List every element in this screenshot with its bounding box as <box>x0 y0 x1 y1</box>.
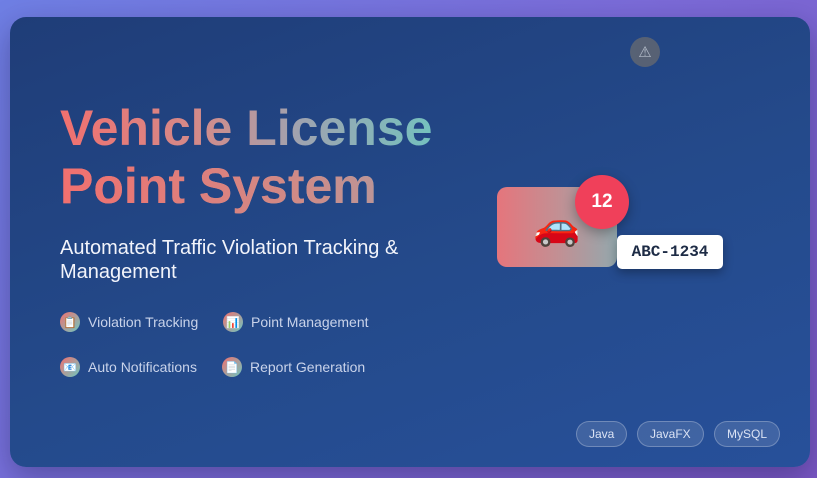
feature-violation-tracking: 📋 Violation Tracking <box>60 312 198 332</box>
tech-tag-java: Java <box>576 421 628 447</box>
feature-point-management: 📊 Point Management <box>223 312 369 332</box>
car-icon: 🚗 <box>533 206 581 248</box>
tech-tag-mysql: MySQL <box>714 421 781 447</box>
title-line-1: Vehicle License <box>60 100 433 156</box>
subtitle: Automated Traffic Violation Tracking & M… <box>60 237 399 283</box>
hero-card: ⚠ Vehicle License Point System Automated… <box>10 17 810 467</box>
feature-auto-notifications: 📧 Auto Notifications <box>60 357 197 377</box>
warning-icon: ⚠ <box>630 37 660 67</box>
feature-report-generation: 📄 Report Generation <box>222 357 365 377</box>
document-icon: 📄 <box>222 357 242 377</box>
feature-label: Point Management <box>251 314 369 330</box>
page-title: Vehicle License Point System <box>60 99 460 215</box>
title-line-2: Point System <box>60 157 460 215</box>
tech-tag-javafx: JavaFX <box>637 421 704 447</box>
clipboard-icon: 📋 <box>60 312 80 332</box>
points-badge: 12 <box>575 175 629 229</box>
bar-chart-icon: 📊 <box>223 312 243 332</box>
email-icon: 📧 <box>60 357 80 377</box>
license-plate: ABC-1234 <box>617 235 723 269</box>
feature-label: Auto Notifications <box>88 359 197 375</box>
feature-label: Report Generation <box>250 359 366 375</box>
feature-label: Violation Tracking <box>88 314 199 330</box>
